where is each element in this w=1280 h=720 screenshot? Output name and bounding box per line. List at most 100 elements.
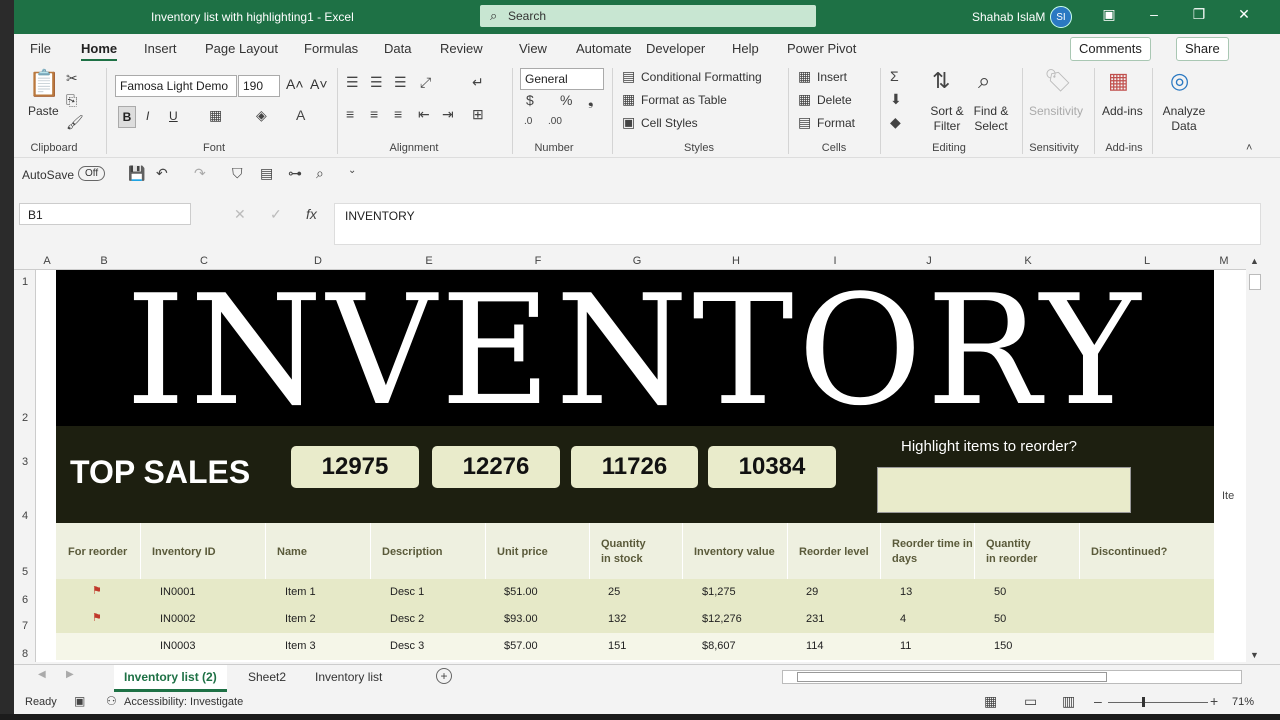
redo-icon[interactable]: ↷ bbox=[194, 165, 206, 182]
tab-formulas[interactable]: Formulas bbox=[304, 41, 358, 56]
copy-icon[interactable]: ⎘ bbox=[66, 92, 77, 109]
cell-desc[interactable]: Desc 2 bbox=[390, 613, 424, 625]
cell-value[interactable]: $1,275 bbox=[702, 586, 736, 598]
cell-qty[interactable]: 132 bbox=[608, 613, 626, 625]
search-box[interactable]: ⌕ Search bbox=[480, 5, 816, 27]
vertical-scrollbar[interactable]: ▲ ▼ bbox=[1246, 254, 1264, 664]
cell-reorder[interactable]: 50 bbox=[994, 613, 1006, 625]
insert-function-icon[interactable]: fx bbox=[306, 206, 317, 222]
customize-qat-icon[interactable]: ⌄ bbox=[348, 165, 356, 176]
column-header[interactable]: L bbox=[1080, 255, 1214, 267]
cancel-icon[interactable]: ✕ bbox=[234, 206, 246, 223]
worksheet-grid[interactable]: INVENTORY TOP SALES 12975 12276 11726 10… bbox=[36, 270, 1246, 662]
cell-qty[interactable]: 25 bbox=[608, 586, 620, 598]
zoom-level[interactable]: 71% bbox=[1232, 696, 1254, 708]
orientation-icon[interactable]: ⤢ bbox=[420, 74, 431, 91]
zoom-in-icon[interactable]: + bbox=[1210, 693, 1218, 709]
cell-value[interactable]: $8,607 bbox=[702, 640, 736, 652]
filter-icon[interactable]: ⛉ bbox=[232, 165, 243, 182]
cell-price[interactable]: $57.00 bbox=[504, 640, 538, 652]
row-header[interactable]: 2 bbox=[14, 412, 36, 424]
number-format-combo[interactable]: General bbox=[520, 68, 604, 90]
share-button[interactable]: Share bbox=[1176, 37, 1229, 61]
fill-icon[interactable]: ⬇ bbox=[890, 91, 902, 108]
cell-level[interactable]: 114 bbox=[806, 640, 824, 652]
normal-view-icon[interactable]: ▦ bbox=[984, 693, 997, 710]
currency-icon[interactable]: $ bbox=[526, 92, 534, 108]
find-select-button[interactable]: Find & Select bbox=[970, 104, 1012, 134]
italic-button[interactable]: I bbox=[146, 109, 149, 123]
tab-home[interactable]: Home bbox=[81, 41, 118, 61]
sheet-tab[interactable]: Sheet2 bbox=[248, 670, 286, 684]
table-row[interactable]: ⚑ IN0001 Item 1 Desc 1 $51.00 25 $1,275 29 13 50 bbox=[56, 579, 1214, 606]
column-header[interactable]: J bbox=[882, 255, 976, 267]
autosave-toggle[interactable]: Off bbox=[78, 166, 106, 181]
preview-icon[interactable]: ⌕ bbox=[316, 165, 324, 182]
ribbon-display-icon[interactable]: ▣ bbox=[1099, 6, 1119, 23]
align-top-icon[interactable]: ☰ bbox=[346, 74, 359, 91]
conditional-formatting-button[interactable]: Conditional Formatting bbox=[641, 70, 762, 84]
column-header[interactable]: K bbox=[976, 255, 1080, 267]
tab-help[interactable]: Help bbox=[732, 41, 759, 56]
row-header[interactable]: 1 bbox=[14, 276, 36, 288]
sheet-tab[interactable]: Inventory list bbox=[315, 670, 382, 684]
increase-indent-icon[interactable]: ⇥ bbox=[442, 106, 454, 123]
sensitivity-button[interactable]: Sensitivity bbox=[1029, 104, 1083, 118]
align-bottom-icon[interactable]: ☰ bbox=[394, 74, 407, 91]
column-header[interactable]: C bbox=[142, 255, 266, 267]
paste-button[interactable]: Paste bbox=[28, 104, 59, 118]
merge-center-icon[interactable]: ⊞ bbox=[472, 106, 484, 123]
analyze-data-button[interactable]: Analyze Data bbox=[1162, 104, 1206, 134]
font-size-combo[interactable]: 190 bbox=[238, 75, 280, 97]
cell-reorder[interactable]: 150 bbox=[994, 640, 1012, 652]
addins-button[interactable]: Add-ins bbox=[1102, 104, 1143, 118]
h-scroll-thumb[interactable] bbox=[797, 672, 1107, 682]
comma-icon[interactable]: ❟ bbox=[588, 92, 594, 109]
fill-color-icon[interactable]: ◈ bbox=[256, 107, 267, 124]
tab-insert[interactable]: Insert bbox=[144, 41, 177, 56]
cell-price[interactable]: $51.00 bbox=[504, 586, 538, 598]
zoom-out-icon[interactable]: – bbox=[1094, 693, 1102, 709]
cell-styles-button[interactable]: Cell Styles bbox=[641, 116, 698, 130]
highlight-input-box[interactable] bbox=[877, 467, 1131, 513]
column-header[interactable]: A bbox=[34, 255, 60, 267]
grow-font-icon[interactable]: A˄ bbox=[286, 76, 304, 92]
page-layout-icon[interactable]: ▭ bbox=[1024, 693, 1037, 710]
scroll-down-icon[interactable]: ▼ bbox=[1250, 650, 1259, 660]
cell-name[interactable]: Item 3 bbox=[285, 640, 316, 652]
delete-cells-button[interactable]: Delete bbox=[817, 93, 852, 107]
column-heading[interactable]: Quantity in stock bbox=[601, 537, 646, 567]
undo-icon[interactable]: ↶ bbox=[156, 165, 168, 182]
name-box[interactable]: B1 bbox=[19, 203, 191, 225]
maximize-icon[interactable]: ❐ bbox=[1189, 6, 1209, 23]
column-header[interactable]: F bbox=[486, 255, 590, 267]
cell-id[interactable]: IN0003 bbox=[160, 640, 195, 652]
insert-cells-button[interactable]: Insert bbox=[817, 70, 847, 84]
row-header[interactable]: 6 bbox=[14, 594, 36, 606]
autosum-icon[interactable]: Σ bbox=[890, 68, 899, 84]
column-heading[interactable]: Inventory ID bbox=[152, 545, 216, 560]
cell-desc[interactable]: Desc 1 bbox=[390, 586, 424, 598]
tab-automate[interactable]: Automate bbox=[576, 41, 632, 56]
row-header[interactable]: 8 bbox=[14, 648, 36, 660]
table-row[interactable]: IN0003 Item 3 Desc 3 $57.00 151 $8,607 114 11 15… bbox=[56, 633, 1214, 660]
save-icon[interactable]: 💾 bbox=[128, 165, 145, 182]
cell-reorder[interactable]: 50 bbox=[994, 586, 1006, 598]
column-header[interactable]: B bbox=[62, 255, 146, 267]
column-heading[interactable]: Unit price bbox=[497, 545, 548, 560]
font-name-combo[interactable]: Famosa Light Demo bbox=[115, 75, 237, 97]
column-header[interactable]: D bbox=[266, 255, 370, 267]
bold-button[interactable]: B bbox=[118, 106, 136, 128]
align-center-icon[interactable]: ≡ bbox=[370, 106, 378, 122]
column-heading[interactable]: Quantity in reorder bbox=[986, 537, 1037, 567]
accessibility-status[interactable]: Accessibility: Investigate bbox=[124, 696, 243, 708]
column-header[interactable]: I bbox=[788, 255, 882, 267]
scroll-up-icon[interactable]: ▲ bbox=[1250, 256, 1259, 266]
column-header[interactable]: E bbox=[372, 255, 486, 267]
hierarchy-icon[interactable]: ⊶ bbox=[288, 165, 302, 182]
shrink-font-icon[interactable]: A˅ bbox=[310, 76, 328, 92]
zoom-thumb[interactable] bbox=[1142, 697, 1145, 707]
align-middle-icon[interactable]: ☰ bbox=[370, 74, 383, 91]
tab-developer[interactable]: Developer bbox=[646, 41, 705, 56]
cell-name[interactable]: Item 2 bbox=[285, 613, 316, 625]
